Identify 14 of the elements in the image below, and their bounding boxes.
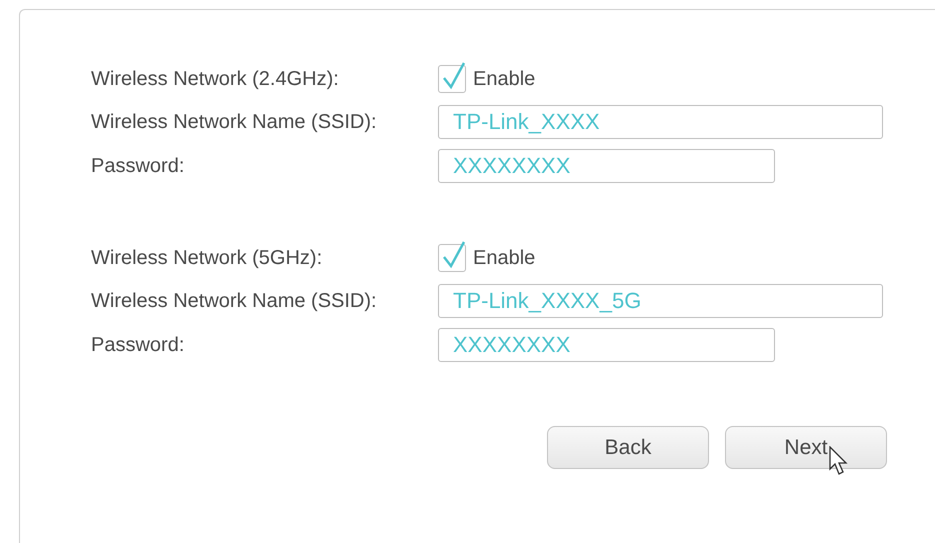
ssid-input-field[interactable]: TP-Link_XXXX <box>438 105 883 139</box>
password-input-field[interactable]: XXXXXXXX <box>438 149 775 183</box>
wizard-button[interactable]: Next <box>725 426 887 469</box>
setting-label: Wireless Network (2.4GHz): <box>91 68 340 90</box>
ssid-input-field[interactable]: TP-Link_XXXX_5G <box>438 284 883 318</box>
wizard-button[interactable]: Back <box>547 426 709 469</box>
field-label: Wireless Network Name (SSID): <box>91 290 378 312</box>
field-label: Password: <box>91 334 186 356</box>
checkbox-label: Enable <box>473 68 536 90</box>
password-input-field[interactable]: XXXXXXXX <box>438 328 775 362</box>
field-label: Password: <box>91 154 186 178</box>
setting-label: Wireless Network (5GHz): <box>91 246 324 270</box>
checkbox-label: Enable <box>473 246 536 270</box>
field-label: Wireless Network Name (SSID): <box>91 110 378 134</box>
